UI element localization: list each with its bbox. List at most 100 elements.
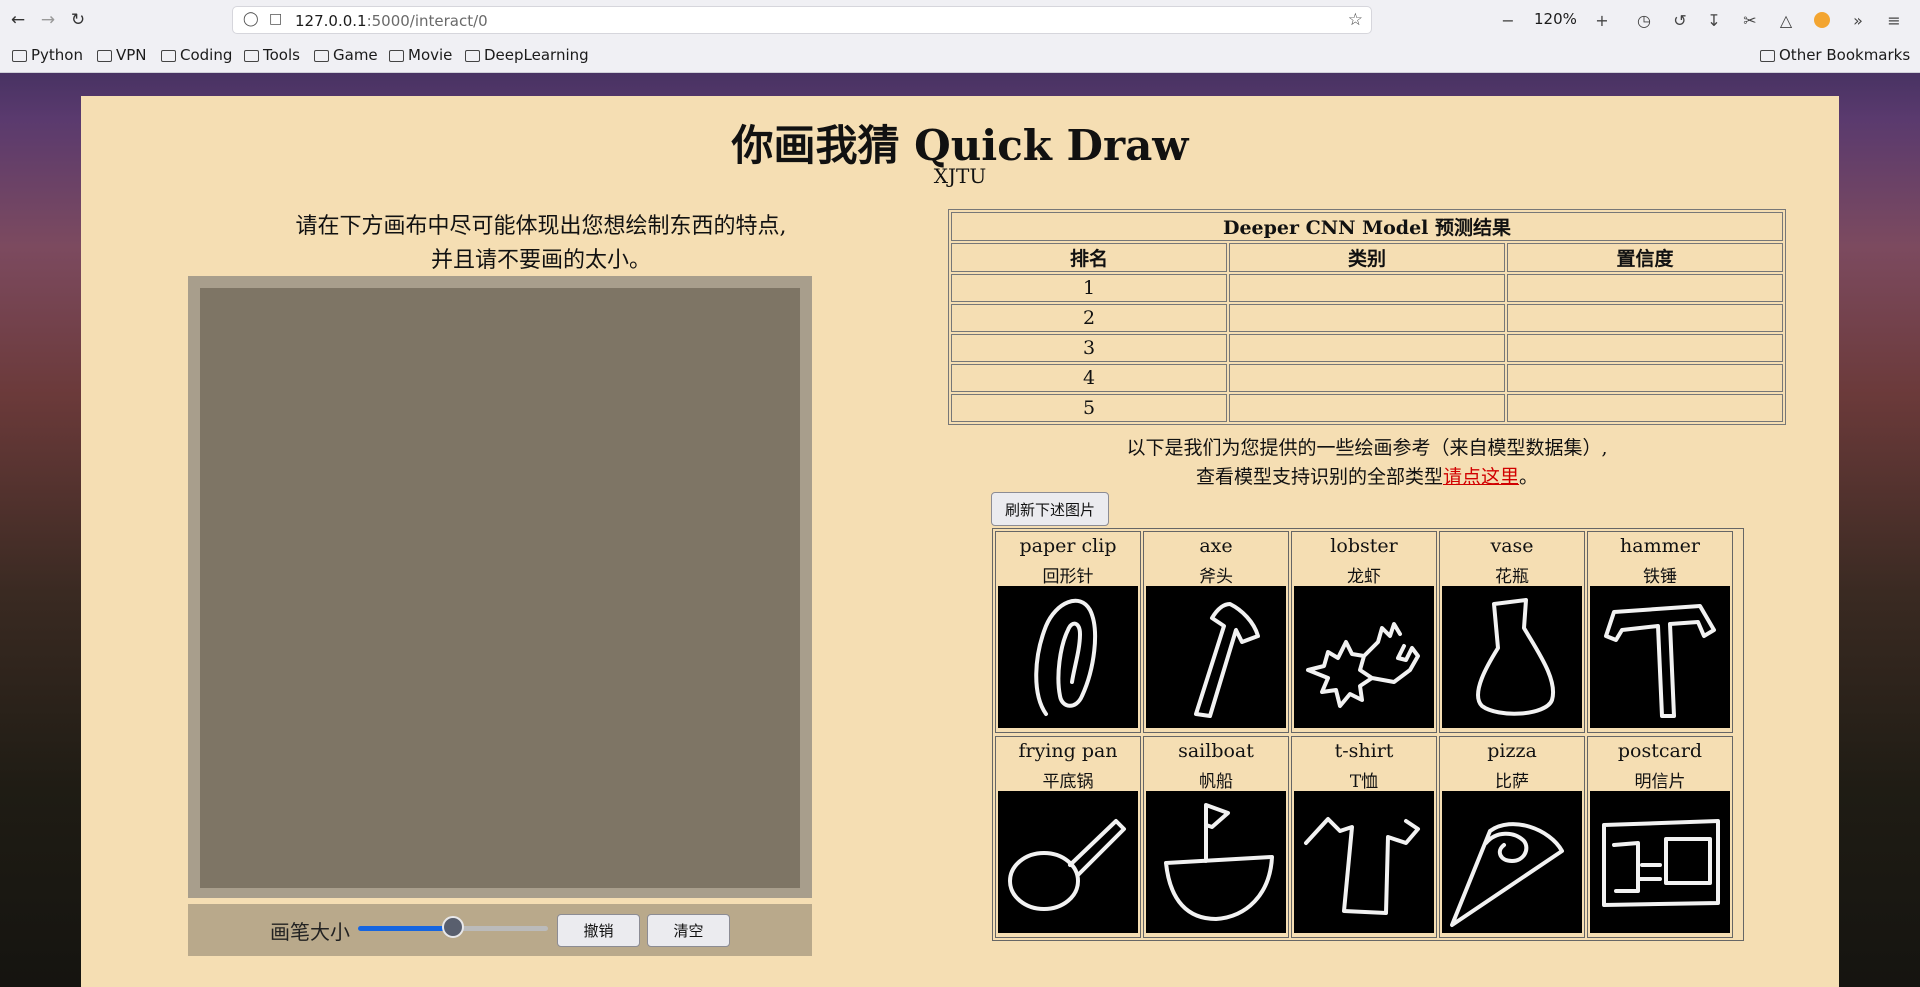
category-cell: [1229, 274, 1505, 302]
account-icon[interactable]: [1810, 8, 1834, 32]
item-english-name: sailboat: [1178, 740, 1254, 762]
confidence-cell: [1507, 334, 1783, 362]
rank-cell: 2: [951, 304, 1227, 332]
reference-text: 以下是我们为您提供的一些绘画参考（来自模型数据集）, 查看模型支持识别的全部类型…: [948, 434, 1786, 492]
item-chinese-name: 铁锤: [1643, 567, 1677, 587]
instruction-line-1: 请在下方画布中尽可能体现出您想绘制东西的特点,: [295, 214, 787, 239]
header-rank: 排名: [951, 243, 1227, 272]
item-english-name: pizza: [1487, 740, 1537, 762]
zoom-level[interactable]: 120%: [1534, 10, 1577, 28]
item-english-name: frying pan: [1018, 740, 1118, 762]
rank-cell: 3: [951, 334, 1227, 362]
page-subtitle: XJTU: [933, 164, 987, 188]
page-icon: □: [269, 11, 283, 27]
extension-icon[interactable]: △: [1774, 8, 1798, 32]
brush-size-slider[interactable]: [358, 916, 548, 938]
drawing-controls: 画笔大小 撤销 清空: [188, 904, 812, 956]
vase-icon: [1442, 586, 1582, 728]
shield-icon: ◯: [243, 11, 259, 27]
item-chinese-name: 平底锅: [1042, 772, 1094, 792]
screenshot-icon[interactable]: ✂: [1738, 8, 1762, 32]
table-row: 5: [951, 394, 1783, 422]
category-cell: [1229, 334, 1505, 362]
history-icon[interactable]: ◷: [1632, 8, 1656, 32]
item-english-name: paper clip: [1019, 535, 1117, 557]
folder-icon: [97, 50, 112, 62]
undo-button[interactable]: 撤销: [557, 914, 640, 947]
bookmark-other[interactable]: Other Bookmarks: [1760, 46, 1910, 64]
reference-item-t-shirt: t-shirt T恤: [1291, 736, 1437, 938]
item-chinese-name: 回形针: [1042, 567, 1094, 587]
reference-item-hammer: hammer 铁锤: [1587, 531, 1733, 733]
item-chinese-name: 花瓶: [1495, 567, 1529, 587]
lobster-icon: [1294, 586, 1434, 728]
reference-item-axe: axe 斧头: [1143, 531, 1289, 733]
folder-icon: [161, 50, 176, 62]
reload-icon[interactable]: ↻: [66, 8, 90, 32]
zoom-in-icon[interactable]: +: [1590, 8, 1614, 32]
table-row: 4: [951, 364, 1783, 392]
download-icon[interactable]: ↧: [1702, 8, 1726, 32]
prediction-table: Deeper CNN Model 预测结果 排名 类别 置信度 1 2 3 4 …: [948, 209, 1786, 425]
confidence-cell: [1507, 304, 1783, 332]
menu-icon[interactable]: ≡: [1882, 8, 1906, 32]
prediction-table-caption: Deeper CNN Model 预测结果: [951, 212, 1783, 241]
reference-item-sailboat: sailboat 帆船: [1143, 736, 1289, 938]
axe-icon: [1146, 586, 1286, 728]
folder-icon: [1760, 50, 1775, 62]
bookmark-python[interactable]: Python: [12, 46, 83, 64]
item-chinese-name: T恤: [1349, 772, 1379, 792]
forward-icon[interactable]: →: [36, 8, 60, 32]
slider-thumb[interactable]: [442, 916, 464, 938]
paper-clip-icon: [998, 586, 1138, 728]
category-cell: [1229, 364, 1505, 392]
item-english-name: axe: [1199, 535, 1233, 557]
header-confidence: 置信度: [1507, 243, 1783, 272]
folder-icon: [12, 50, 27, 62]
item-english-name: postcard: [1617, 740, 1703, 762]
confidence-cell: [1507, 394, 1783, 422]
bookmark-deeplearning[interactable]: DeepLearning: [465, 46, 589, 64]
item-english-name: hammer: [1620, 535, 1700, 557]
zoom-out-icon[interactable]: −: [1496, 8, 1520, 32]
url-text: 127.0.0.1:5000/interact/0: [295, 12, 488, 30]
table-row: 2: [951, 304, 1783, 332]
drawing-instructions: 请在下方画布中尽可能体现出您想绘制东西的特点, 并且请不要画的太小。: [181, 210, 901, 278]
item-chinese-name: 明信片: [1634, 772, 1686, 792]
refresh-images-button[interactable]: 刷新下述图片: [991, 492, 1109, 526]
bookmark-movie[interactable]: Movie: [389, 46, 452, 64]
slider-fill: [358, 926, 453, 931]
clear-button[interactable]: 清空: [647, 914, 730, 947]
overflow-icon[interactable]: »: [1846, 8, 1870, 32]
reference-item-postcard: postcard 明信片: [1587, 736, 1733, 938]
page-content: 你画我猜 Quick Draw XJTU 请在下方画布中尽可能体现出您想绘制东西…: [81, 96, 1839, 987]
bookmark-game[interactable]: Game: [314, 46, 378, 64]
star-icon[interactable]: ☆: [1348, 10, 1363, 30]
back-icon[interactable]: ←: [6, 8, 30, 32]
item-chinese-name: 龙虾: [1347, 567, 1381, 587]
reference-item-paper-clip: paper clip 回形针: [995, 531, 1141, 733]
all-categories-link[interactable]: 请点这里: [1443, 466, 1519, 488]
url-bar[interactable]: ◯ □ 127.0.0.1:5000/interact/0 ☆: [232, 6, 1372, 34]
frying-pan-icon: [998, 791, 1138, 933]
confidence-cell: [1507, 274, 1783, 302]
reference-item-frying-pan: frying pan 平底锅: [995, 736, 1141, 938]
drawing-canvas[interactable]: [200, 288, 800, 888]
item-chinese-name: 比萨: [1495, 772, 1529, 792]
folder-icon: [244, 50, 259, 62]
rank-cell: 4: [951, 364, 1227, 392]
instruction-line-2: 并且请不要画的太小。: [430, 248, 651, 273]
reference-gallery: paper clip 回形针 axe 斧头 lobster 龙虾 vase 花瓶: [992, 528, 1744, 941]
bookmark-tools[interactable]: Tools: [244, 46, 300, 64]
recent-icon[interactable]: ↺: [1668, 8, 1692, 32]
reference-item-vase: vase 花瓶: [1439, 531, 1585, 733]
reference-item-pizza: pizza 比萨: [1439, 736, 1585, 938]
bookmark-vpn[interactable]: VPN: [97, 46, 147, 64]
header-category: 类别: [1229, 243, 1505, 272]
reference-line-1: 以下是我们为您提供的一些绘画参考（来自模型数据集）,: [1126, 437, 1608, 459]
bookmark-coding[interactable]: Coding: [161, 46, 232, 64]
table-row: 1: [951, 274, 1783, 302]
item-chinese-name: 斧头: [1199, 567, 1233, 587]
rank-cell: 5: [951, 394, 1227, 422]
sailboat-icon: [1146, 791, 1286, 933]
